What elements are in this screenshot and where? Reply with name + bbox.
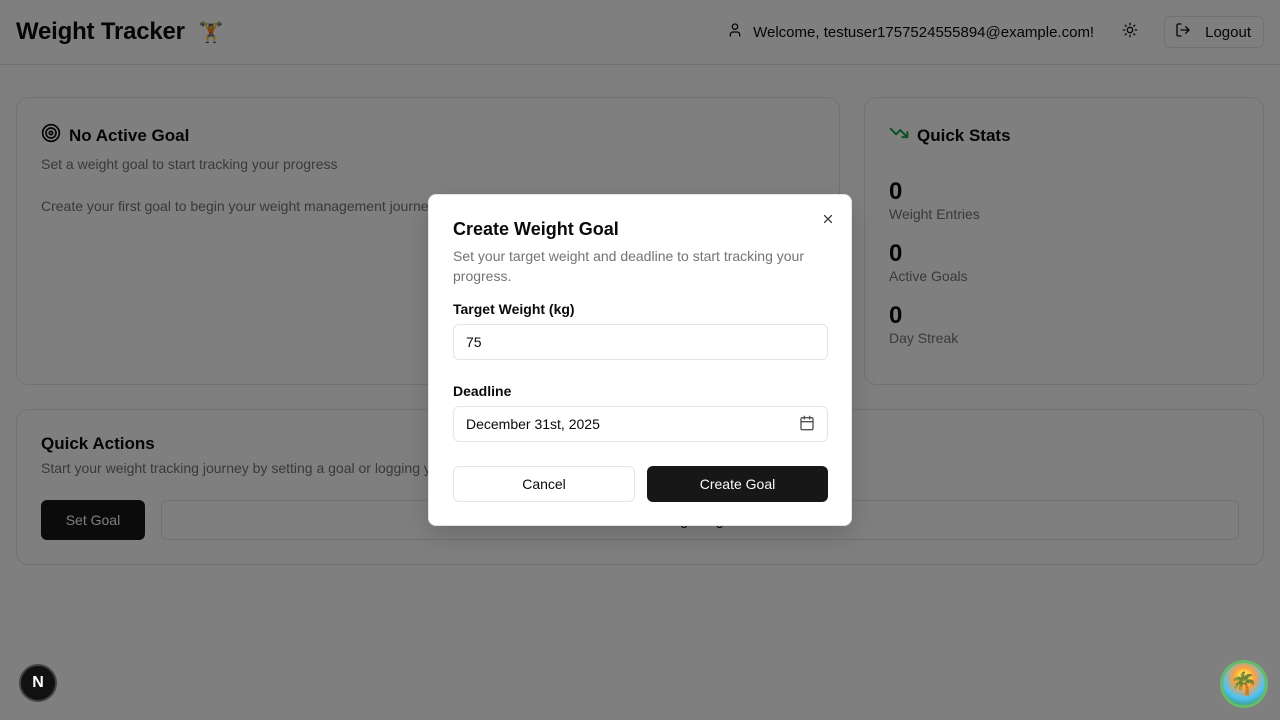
avatar[interactable]: 🌴 [1220, 660, 1268, 708]
target-weight-value: 75 [466, 334, 482, 350]
create-goal-button[interactable]: Create Goal [647, 466, 828, 502]
close-icon[interactable] [821, 212, 835, 226]
deadline-value: December 31st, 2025 [466, 416, 600, 432]
dialog-description: Set your target weight and deadline to s… [453, 248, 804, 284]
deadline-label: Deadline [453, 383, 512, 399]
target-weight-label: Target Weight (kg) [453, 301, 575, 317]
create-goal-dialog: Create Weight Goal Set your target weigh… [428, 194, 852, 526]
calendar-icon [799, 415, 815, 434]
target-weight-input[interactable]: 75 [453, 324, 828, 360]
cancel-button[interactable]: Cancel [453, 466, 635, 502]
palm-tree-icon: 🌴 [1230, 671, 1258, 696]
dev-tools-badge[interactable]: N [19, 664, 57, 702]
dialog-title: Create Weight Goal [453, 219, 619, 239]
deadline-picker[interactable]: December 31st, 2025 [453, 406, 828, 442]
